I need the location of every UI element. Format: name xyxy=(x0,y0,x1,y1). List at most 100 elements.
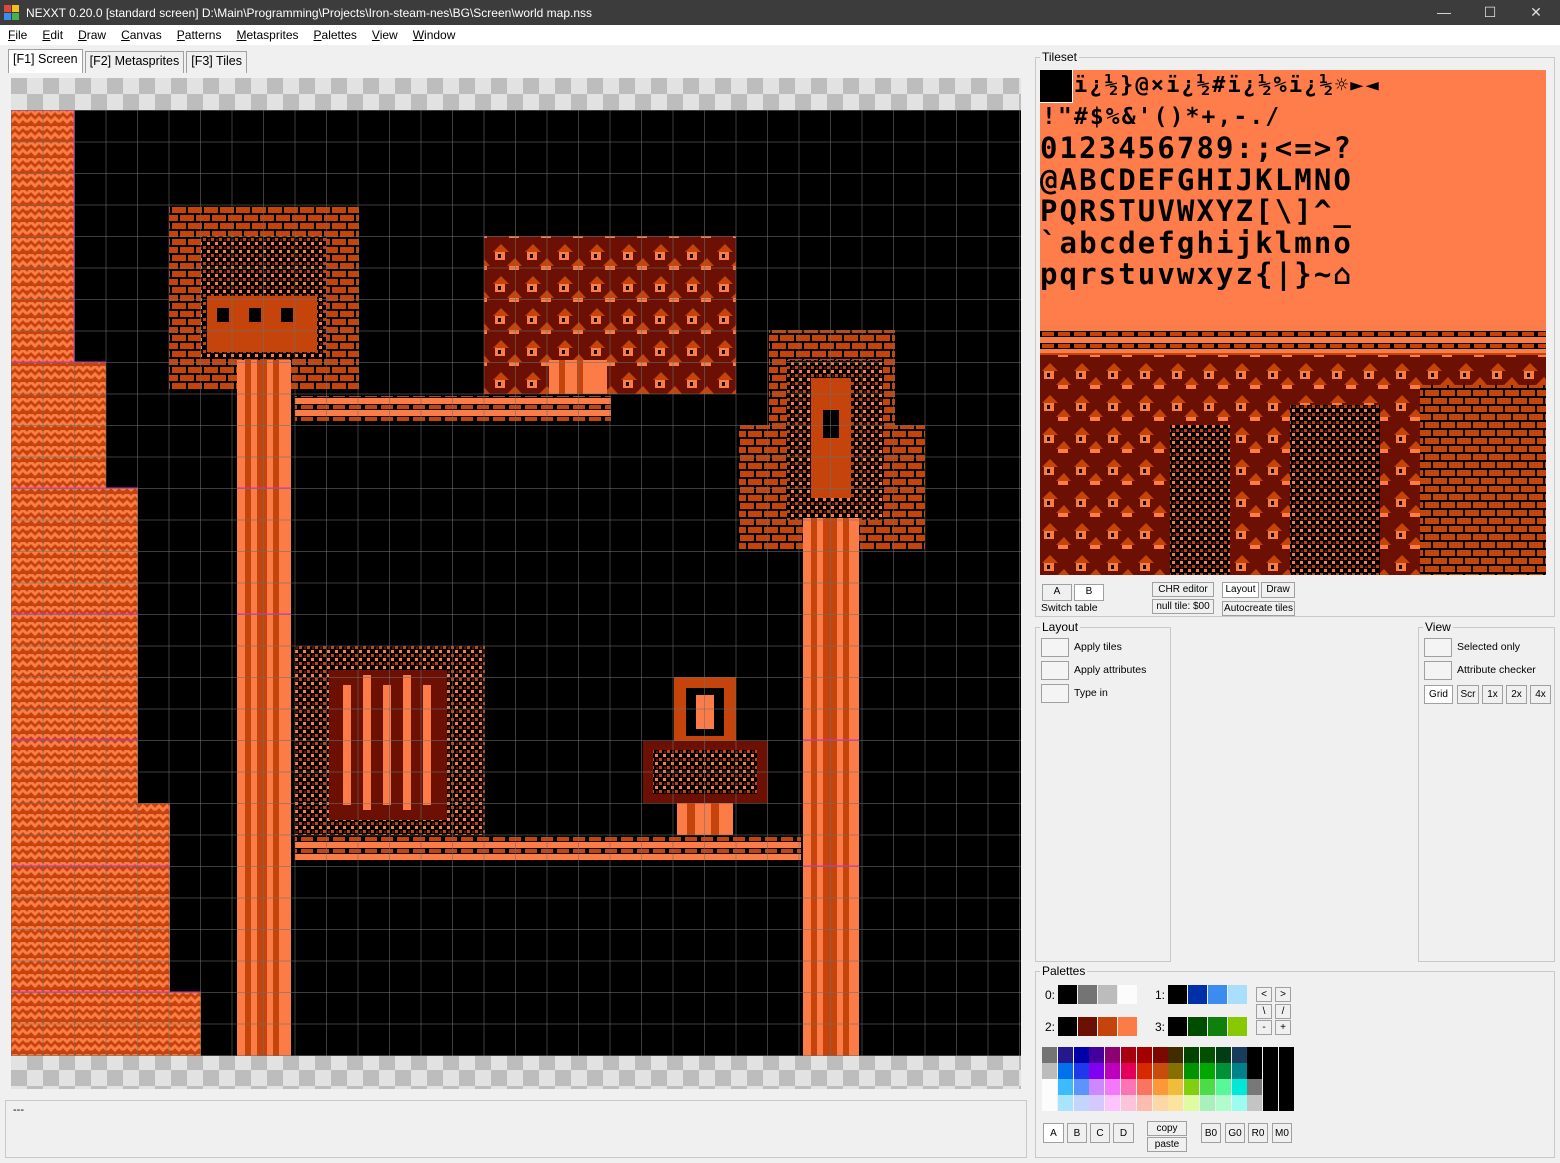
tab-screen[interactable]: [F1] Screen xyxy=(8,49,83,73)
null-tile-button[interactable]: null tile: $00 xyxy=(1152,599,1214,614)
nes-color-swatch[interactable] xyxy=(1152,1047,1168,1063)
screen-canvas[interactable] xyxy=(11,110,1021,1056)
nes-color-swatch[interactable] xyxy=(1247,1079,1263,1095)
nes-color-swatch[interactable] xyxy=(1042,1095,1057,1111)
scr-toggle[interactable]: Scr xyxy=(1457,685,1479,704)
nes-color-swatch[interactable] xyxy=(1168,1095,1184,1111)
tab-tiles[interactable]: [F3] Tiles xyxy=(186,51,247,73)
nes-color-swatch[interactable] xyxy=(1231,1095,1247,1111)
nes-color-swatch[interactable] xyxy=(1279,1079,1294,1095)
palette-1-swatch-1[interactable] xyxy=(1188,985,1207,1004)
palette-d-button[interactable]: D xyxy=(1113,1123,1134,1143)
palette-c-button[interactable]: C xyxy=(1090,1123,1110,1143)
nes-color-swatch[interactable] xyxy=(1247,1047,1263,1063)
nes-color-swatch[interactable] xyxy=(1042,1047,1057,1063)
nes-color-swatch[interactable] xyxy=(1231,1047,1247,1063)
nes-color-swatch[interactable] xyxy=(1121,1047,1136,1063)
nes-color-swatch[interactable] xyxy=(1121,1095,1136,1111)
nes-color-swatch[interactable] xyxy=(1105,1095,1121,1111)
emphasis-m0-button[interactable]: M0 xyxy=(1272,1123,1292,1143)
nes-color-swatch[interactable] xyxy=(1279,1095,1294,1111)
palette-2-swatch-2[interactable] xyxy=(1098,1017,1117,1036)
zoom-2x-button[interactable]: 2x xyxy=(1506,685,1527,704)
menu-draw[interactable]: Draw xyxy=(70,28,113,42)
nes-color-swatch[interactable] xyxy=(1168,1047,1184,1063)
nes-color-swatch[interactable] xyxy=(1057,1095,1073,1111)
nes-color-swatch[interactable] xyxy=(1200,1079,1215,1095)
nes-color-swatch[interactable] xyxy=(1136,1079,1152,1095)
nes-color-swatch[interactable] xyxy=(1042,1079,1057,1095)
nes-color-swatch[interactable] xyxy=(1200,1063,1215,1079)
emphasis-b0-button[interactable]: B0 xyxy=(1201,1123,1221,1143)
maximize-button[interactable]: ☐ xyxy=(1467,0,1513,25)
nes-color-swatch[interactable] xyxy=(1215,1095,1231,1111)
minimize-button[interactable]: — xyxy=(1421,0,1467,25)
palette-2-swatch-1[interactable] xyxy=(1078,1017,1097,1036)
nes-color-swatch[interactable] xyxy=(1168,1079,1184,1095)
nes-color-swatch[interactable] xyxy=(1200,1047,1215,1063)
nes-color-swatch[interactable] xyxy=(1231,1063,1247,1079)
zoom-1x-button[interactable]: 1x xyxy=(1482,685,1503,704)
tab-metasprites[interactable]: [F2] Metasprites xyxy=(84,51,185,73)
palette-3-swatch-2[interactable] xyxy=(1208,1017,1227,1036)
nes-color-swatch[interactable] xyxy=(1089,1095,1105,1111)
palette-0-swatch-1[interactable] xyxy=(1078,985,1097,1004)
nes-color-swatch[interactable] xyxy=(1215,1079,1231,1095)
palette-prev-button[interactable]: < xyxy=(1256,987,1272,1002)
palette-1-swatch-3[interactable] xyxy=(1228,985,1247,1004)
palette-1-swatch-0[interactable] xyxy=(1168,985,1187,1004)
nes-color-swatch[interactable] xyxy=(1089,1079,1105,1095)
palette-paste-button[interactable]: paste xyxy=(1147,1137,1187,1152)
type-in-toggle[interactable] xyxy=(1041,684,1069,703)
nes-color-swatch[interactable] xyxy=(1073,1079,1089,1095)
nes-color-swatch[interactable] xyxy=(1200,1095,1215,1111)
palette-copy-button[interactable]: copy xyxy=(1147,1121,1187,1136)
nes-color-swatch[interactable] xyxy=(1184,1079,1200,1095)
palette-0-swatch-2[interactable] xyxy=(1098,985,1117,1004)
apply-tiles-toggle[interactable] xyxy=(1041,638,1069,657)
nes-color-swatch[interactable] xyxy=(1121,1063,1136,1079)
nes-color-swatch[interactable] xyxy=(1231,1079,1247,1095)
palette-rotate-left-button[interactable]: \ xyxy=(1256,1004,1272,1019)
table-a-button[interactable]: A xyxy=(1042,584,1072,601)
palette-increase-button[interactable]: + xyxy=(1275,1020,1291,1035)
nes-color-swatch[interactable] xyxy=(1152,1063,1168,1079)
chr-editor-button[interactable]: CHR editor xyxy=(1152,582,1214,597)
nes-color-swatch[interactable] xyxy=(1136,1095,1152,1111)
nes-color-swatch[interactable] xyxy=(1105,1079,1121,1095)
nes-color-swatch[interactable] xyxy=(1263,1047,1279,1063)
emphasis-g0-button[interactable]: G0 xyxy=(1225,1123,1245,1143)
nes-color-swatch[interactable] xyxy=(1073,1063,1089,1079)
palette-a-button[interactable]: A xyxy=(1043,1123,1064,1143)
palette-1-swatch-2[interactable] xyxy=(1208,985,1227,1004)
nes-color-swatch[interactable] xyxy=(1279,1047,1294,1063)
grid-toggle[interactable]: Grid xyxy=(1424,685,1453,704)
nes-color-swatch[interactable] xyxy=(1136,1063,1152,1079)
nes-color-swatch[interactable] xyxy=(1215,1063,1231,1079)
nes-color-swatch[interactable] xyxy=(1247,1095,1263,1111)
menu-palettes[interactable]: Palettes xyxy=(306,28,364,42)
nes-color-swatch[interactable] xyxy=(1168,1063,1184,1079)
palette-3-swatch-0[interactable] xyxy=(1168,1017,1187,1036)
nes-color-swatch[interactable] xyxy=(1073,1095,1089,1111)
palette-3-swatch-3[interactable] xyxy=(1228,1017,1247,1036)
selected-only-toggle[interactable] xyxy=(1424,638,1452,657)
palette-2-swatch-3[interactable] xyxy=(1118,1017,1137,1036)
palette-decrease-button[interactable]: - xyxy=(1256,1020,1272,1035)
apply-attributes-toggle[interactable] xyxy=(1041,661,1069,680)
table-b-button[interactable]: B xyxy=(1074,584,1104,601)
nes-color-swatch[interactable] xyxy=(1184,1095,1200,1111)
menu-window[interactable]: Window xyxy=(405,28,463,42)
nes-color-swatch[interactable] xyxy=(1042,1063,1057,1079)
attribute-checker-toggle[interactable] xyxy=(1424,661,1452,680)
nes-color-swatch[interactable] xyxy=(1136,1047,1152,1063)
nes-color-swatch[interactable] xyxy=(1073,1047,1089,1063)
nes-color-swatch[interactable] xyxy=(1057,1063,1073,1079)
palette-2-swatch-0[interactable] xyxy=(1058,1017,1077,1036)
menu-patterns[interactable]: Patterns xyxy=(169,28,229,42)
palette-0-swatch-3[interactable] xyxy=(1118,985,1137,1004)
nes-color-swatch[interactable] xyxy=(1279,1063,1294,1079)
nes-color-swatch[interactable] xyxy=(1184,1047,1200,1063)
menu-edit[interactable]: Edit xyxy=(34,28,70,42)
nes-color-swatch[interactable] xyxy=(1263,1079,1279,1095)
